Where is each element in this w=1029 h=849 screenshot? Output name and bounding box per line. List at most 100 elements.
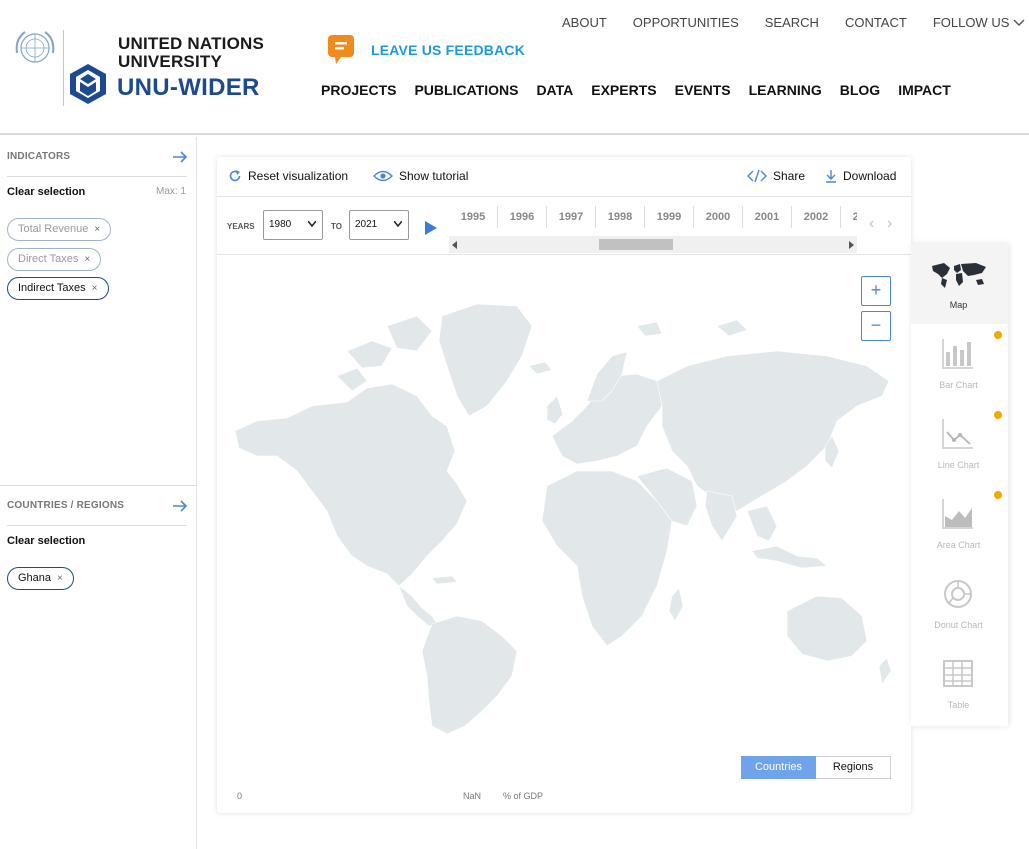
legend-unit: % of GDP — [503, 791, 544, 801]
brand-name[interactable]: UNU-WIDER — [117, 74, 260, 102]
nav-impact[interactable]: IMPACT — [898, 82, 951, 98]
scroll-left-icon[interactable] — [452, 241, 457, 249]
logo-divider — [63, 30, 64, 106]
timeline-scrollbar[interactable] — [449, 236, 857, 253]
org-name-line2: UNIVERSITY — [118, 52, 223, 71]
scrollbar-thumb[interactable] — [599, 239, 673, 250]
arrow-right-icon[interactable] — [172, 151, 188, 163]
remove-icon[interactable]: × — [84, 254, 90, 265]
arrow-right-icon[interactable] — [172, 500, 188, 512]
viz-toolbar: Reset visualization Show tutorial Share … — [217, 157, 911, 197]
nav-search[interactable]: SEARCH — [765, 15, 819, 30]
site-header: UNITED NATIONS UNIVERSITY UNU-WIDER ABOU… — [0, 0, 1029, 135]
chevron-left-icon[interactable]: ‹ — [869, 215, 874, 233]
download-button[interactable]: Download — [825, 169, 896, 183]
status-dot — [994, 491, 1002, 499]
chart-type-donut[interactable]: Donut Chart — [911, 564, 1008, 644]
years-label: YEARS — [227, 222, 255, 231]
year-to-select[interactable]: 2021 — [349, 210, 409, 240]
download-label: Download — [843, 169, 897, 183]
area-chart-icon — [942, 499, 973, 529]
chart-type-label: Line Chart — [937, 460, 980, 470]
remove-icon[interactable]: × — [92, 283, 98, 294]
bar-chart-icon — [942, 339, 973, 369]
clear-countries-button[interactable]: Clear selection — [7, 535, 85, 547]
country-chip-ghana[interactable]: Ghana × — [7, 567, 74, 590]
nav-contact[interactable]: CONTACT — [845, 15, 907, 30]
timeline-year[interactable]: 1995 — [449, 206, 498, 228]
status-dot — [994, 331, 1002, 339]
indicator-chip-indirect-taxes[interactable]: Indirect Taxes × — [7, 277, 109, 300]
chart-type-table[interactable]: Table — [911, 644, 1008, 724]
zoom-in-button[interactable]: + — [861, 276, 891, 306]
nav-projects[interactable]: PROJECTS — [321, 82, 396, 98]
chart-type-map[interactable]: Map — [911, 244, 1008, 324]
chevron-down-icon — [308, 221, 316, 227]
chart-type-label: Table — [947, 700, 970, 710]
chart-type-label: Area Chart — [936, 540, 981, 550]
nav-publications[interactable]: PUBLICATIONS — [414, 82, 518, 98]
indicator-chip-direct-taxes[interactable]: Direct Taxes × — [7, 248, 102, 271]
feedback-link[interactable]: LEAVE US FEEDBACK — [371, 42, 525, 58]
clear-indicators-button[interactable]: Clear selection — [7, 186, 85, 198]
share-button[interactable]: Share — [747, 169, 805, 183]
remove-icon[interactable]: × — [57, 573, 63, 584]
reset-label: Reset visualization — [248, 169, 349, 183]
timeline-year[interactable]: 2000 — [694, 206, 743, 228]
timeline-year[interactable]: 1998 — [596, 206, 645, 228]
nav-about[interactable]: ABOUT — [562, 15, 607, 30]
nav-follow-us[interactable]: FOLLOW US — [933, 15, 1026, 30]
scroll-right-icon[interactable] — [849, 241, 854, 249]
show-tutorial-button[interactable]: Show tutorial — [373, 169, 468, 183]
chevron-right-icon[interactable]: › — [887, 215, 892, 233]
regions-toggle-button[interactable]: Regions — [816, 756, 891, 779]
section-divider — [0, 485, 197, 486]
nav-opportunities[interactable]: OPPORTUNITIES — [633, 15, 739, 30]
play-icon[interactable] — [425, 221, 437, 235]
world-map-icon — [932, 263, 986, 288]
zoom-out-button[interactable]: − — [861, 311, 891, 341]
timeline-year[interactable]: 1996 — [498, 206, 547, 228]
chip-label: Indirect Taxes — [18, 282, 86, 294]
code-icon — [747, 170, 767, 182]
chart-type-label: Bar Chart — [939, 380, 978, 390]
countries-heading: COUNTRIES / REGIONS — [7, 500, 125, 511]
chart-type-label: Donut Chart — [934, 620, 983, 630]
chip-label: Direct Taxes — [18, 253, 79, 265]
indicators-heading: INDICATORS — [7, 151, 71, 162]
timeline-year[interactable]: 2001 — [743, 206, 792, 228]
visualization-card: Reset visualization Show tutorial Share … — [217, 157, 911, 813]
world-map-shapes[interactable] — [217, 256, 911, 746]
timeline-year[interactable]: 2002 — [792, 206, 841, 228]
timeline-year[interactable]: 1997 — [547, 206, 596, 228]
unu-logo-icon[interactable] — [68, 62, 108, 106]
main-nav: PROJECTS PUBLICATIONS DATA EXPERTS EVENT… — [321, 82, 969, 98]
nav-learning[interactable]: LEARNING — [749, 82, 822, 98]
legend-min: 0 — [237, 791, 243, 801]
map-level-toggle: Countries Regions — [741, 756, 891, 779]
year-range-controls: YEARS 1980 TO 2021 1995 1996 1997 1998 1… — [217, 198, 911, 255]
world-map[interactable]: + − — [217, 256, 911, 746]
feedback-icon[interactable] — [327, 34, 355, 66]
top-nav: ABOUT OPPORTUNITIES SEARCH CONTACT FOLLO… — [562, 15, 1029, 30]
status-dot — [994, 411, 1002, 419]
nav-data[interactable]: DATA — [536, 82, 573, 98]
chip-label: Total Revenue — [18, 223, 89, 235]
timeline-year[interactable]: 2003 — [841, 206, 857, 228]
timeline-year[interactable]: 1999 — [645, 206, 694, 228]
year-from-select[interactable]: 1980 — [263, 210, 323, 240]
remove-icon[interactable]: × — [94, 224, 100, 235]
divider — [7, 176, 187, 177]
chevron-down-icon — [1013, 19, 1025, 26]
indicator-chip-total-revenue[interactable]: Total Revenue × — [7, 218, 112, 241]
countries-toggle-button[interactable]: Countries — [741, 756, 816, 779]
un-emblem-icon — [15, 31, 55, 63]
filter-sidebar: INDICATORS Clear selection Max: 1 Total … — [0, 137, 197, 849]
reset-visualization-button[interactable]: Reset visualization — [228, 169, 348, 183]
nav-follow-us-label: FOLLOW US — [932, 15, 1010, 30]
nav-events[interactable]: EVENTS — [675, 82, 731, 98]
nav-blog[interactable]: BLOG — [840, 82, 880, 98]
line-chart-icon — [942, 419, 973, 449]
nav-experts[interactable]: EXPERTS — [591, 82, 656, 98]
refresh-icon — [229, 170, 241, 182]
